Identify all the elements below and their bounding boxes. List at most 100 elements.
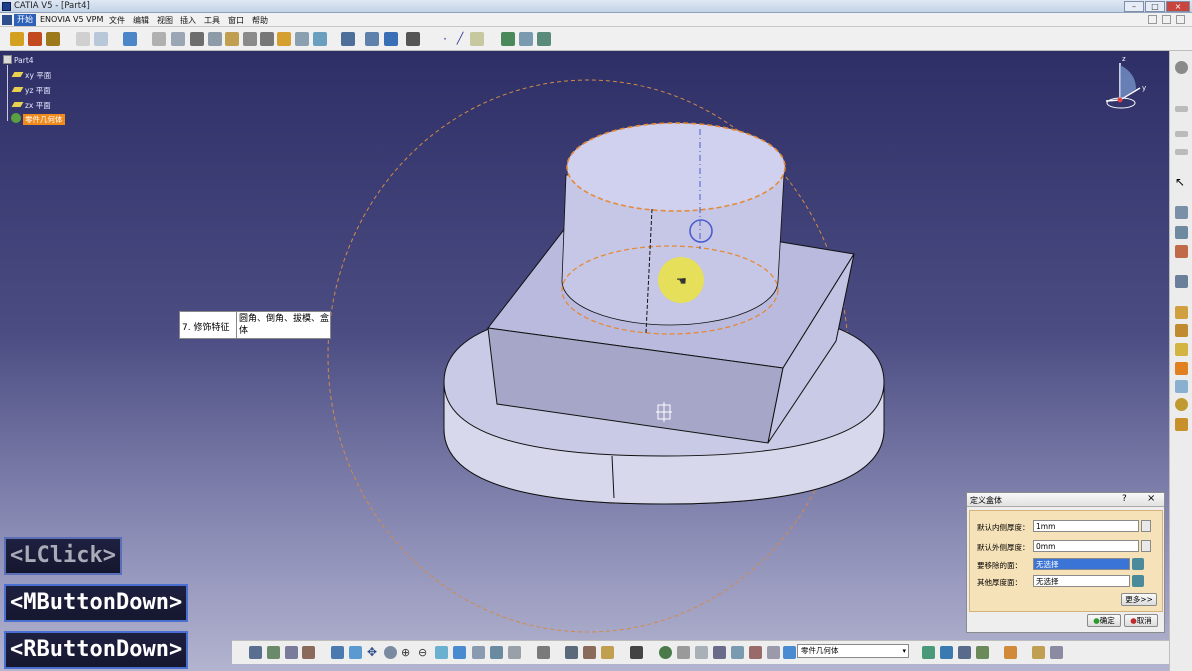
line-icon[interactable]: ╱ bbox=[453, 32, 467, 46]
layers-icon[interactable] bbox=[123, 32, 137, 46]
doc-close-button[interactable] bbox=[1176, 15, 1185, 24]
mesh-icon[interactable] bbox=[958, 646, 971, 659]
surface-icon[interactable] bbox=[940, 646, 953, 659]
menu-view[interactable]: 视图 bbox=[157, 15, 173, 26]
hide-icon[interactable] bbox=[508, 646, 521, 659]
coordinate-icon[interactable] bbox=[695, 646, 708, 659]
swap-space-icon[interactable] bbox=[537, 646, 550, 659]
outer-thickness-field[interactable]: 0mm bbox=[1033, 540, 1139, 552]
grip-icon-3[interactable] bbox=[1175, 149, 1188, 155]
menu-help[interactable]: 帮助 bbox=[252, 15, 268, 26]
normal-view-icon[interactable] bbox=[171, 32, 185, 46]
catalog-icon[interactable] bbox=[501, 32, 515, 46]
tree-root-part4[interactable]: Part4 bbox=[14, 56, 34, 65]
plane-icon[interactable] bbox=[94, 32, 108, 46]
analysis-icon[interactable] bbox=[365, 32, 379, 46]
scan-icon[interactable] bbox=[1175, 226, 1188, 239]
zoom-in-icon[interactable]: ⊕ bbox=[401, 646, 414, 659]
tree-item-xy-plane[interactable]: xy 平面 bbox=[25, 70, 51, 81]
menu-insert[interactable]: 插入 bbox=[180, 15, 196, 26]
fit-icon[interactable] bbox=[349, 646, 362, 659]
zoom-out-icon[interactable]: ⊖ bbox=[418, 646, 431, 659]
plane-create-icon[interactable] bbox=[470, 32, 484, 46]
edges-icon[interactable] bbox=[490, 646, 503, 659]
solid-icon[interactable] bbox=[1175, 324, 1188, 337]
grip-icon[interactable] bbox=[1175, 106, 1188, 112]
axis-icon[interactable] bbox=[406, 32, 420, 46]
swap-icon[interactable] bbox=[260, 32, 274, 46]
gear-icon[interactable] bbox=[519, 32, 533, 46]
close-button[interactable]: × bbox=[1166, 1, 1190, 12]
select-arrow-icon[interactable]: ↖ bbox=[1175, 176, 1188, 189]
tree-item-yz-plane[interactable]: yz 平面 bbox=[25, 85, 51, 96]
knowledge-icon[interactable] bbox=[1050, 646, 1063, 659]
tree-view-icon[interactable] bbox=[267, 646, 280, 659]
shaft-icon[interactable] bbox=[46, 32, 60, 46]
body-selector-icon[interactable] bbox=[783, 646, 796, 659]
shading-mode-icon[interactable] bbox=[472, 646, 485, 659]
dialog-help-button[interactable]: ? bbox=[1122, 494, 1127, 504]
doc-minimize-button[interactable] bbox=[1148, 15, 1157, 24]
cylinder-icon[interactable] bbox=[731, 646, 744, 659]
faces-to-remove-list-icon[interactable] bbox=[1132, 558, 1144, 570]
pocket-icon[interactable] bbox=[28, 32, 42, 46]
snap-icon[interactable] bbox=[1175, 206, 1188, 219]
minimize-button[interactable]: – bbox=[1124, 1, 1144, 12]
sketch-based-icon[interactable] bbox=[1175, 380, 1188, 393]
properties-icon[interactable] bbox=[302, 646, 315, 659]
shading-icon[interactable] bbox=[313, 32, 327, 46]
material-icon[interactable] bbox=[976, 646, 989, 659]
pan-icon[interactable]: ✥ bbox=[367, 646, 380, 659]
outer-thickness-spinner[interactable] bbox=[1141, 540, 1151, 552]
shell-icon[interactable] bbox=[1175, 343, 1188, 356]
menu-window[interactable]: 窗口 bbox=[228, 15, 244, 26]
normal-icon[interactable] bbox=[435, 646, 448, 659]
point-icon[interactable]: · bbox=[438, 32, 452, 46]
quick-view-icon[interactable] bbox=[208, 32, 222, 46]
hand-icon[interactable] bbox=[677, 646, 690, 659]
hide-show-icon[interactable] bbox=[243, 32, 257, 46]
annotation-icon[interactable] bbox=[1175, 245, 1188, 258]
cube-icon[interactable] bbox=[277, 32, 291, 46]
cancel-button[interactable]: ●取消 bbox=[1124, 614, 1158, 627]
tree-item-part-body[interactable]: 零件几何体 bbox=[23, 114, 65, 125]
scale-icon[interactable] bbox=[713, 646, 726, 659]
wireframe-icon[interactable] bbox=[922, 646, 935, 659]
fit-all-icon[interactable] bbox=[152, 32, 166, 46]
transform-icon[interactable] bbox=[1175, 398, 1188, 411]
list-icon[interactable] bbox=[767, 646, 780, 659]
inner-thickness-field[interactable]: 1mm bbox=[1033, 520, 1139, 532]
fillet-icon[interactable] bbox=[1175, 362, 1188, 375]
render-style-icon[interactable] bbox=[1032, 646, 1045, 659]
grid-icon[interactable] bbox=[384, 32, 398, 46]
ok-button[interactable]: ●确定 bbox=[1087, 614, 1121, 627]
apply-material-icon[interactable] bbox=[1004, 646, 1017, 659]
menu-start[interactable]: 开始 bbox=[14, 14, 36, 26]
more-button[interactable]: 更多>> bbox=[1121, 593, 1157, 606]
update-icon[interactable] bbox=[659, 646, 672, 659]
multi-view-icon[interactable] bbox=[190, 32, 204, 46]
dialog-close-button[interactable]: × bbox=[1147, 493, 1155, 504]
table-icon[interactable] bbox=[249, 646, 262, 659]
publish-icon[interactable] bbox=[537, 32, 551, 46]
rotate-icon[interactable] bbox=[384, 646, 397, 659]
menu-edit[interactable]: 编辑 bbox=[133, 15, 149, 26]
doc-restore-button[interactable] bbox=[1162, 15, 1171, 24]
maximize-button[interactable]: □ bbox=[1145, 1, 1165, 12]
boolean-icon[interactable] bbox=[1175, 418, 1188, 431]
grip-icon-2[interactable] bbox=[1175, 131, 1188, 137]
settings-icon[interactable] bbox=[1175, 61, 1188, 74]
sketch-icon[interactable] bbox=[76, 32, 90, 46]
pad-icon[interactable] bbox=[10, 32, 24, 46]
faces-to-remove-field[interactable]: 无选择 bbox=[1033, 558, 1130, 570]
camera-icon[interactable] bbox=[630, 646, 643, 659]
measure-between-icon[interactable] bbox=[565, 646, 578, 659]
measure-icon[interactable] bbox=[341, 32, 355, 46]
render-icon[interactable] bbox=[225, 32, 239, 46]
constraint-icon[interactable] bbox=[749, 646, 762, 659]
other-thickness-faces-field[interactable]: 无选择 bbox=[1033, 575, 1130, 587]
compass-icon[interactable] bbox=[1100, 55, 1150, 111]
other-faces-list-icon[interactable] bbox=[1132, 575, 1144, 587]
body-icon[interactable] bbox=[1175, 306, 1188, 319]
fly-icon[interactable] bbox=[331, 646, 344, 659]
